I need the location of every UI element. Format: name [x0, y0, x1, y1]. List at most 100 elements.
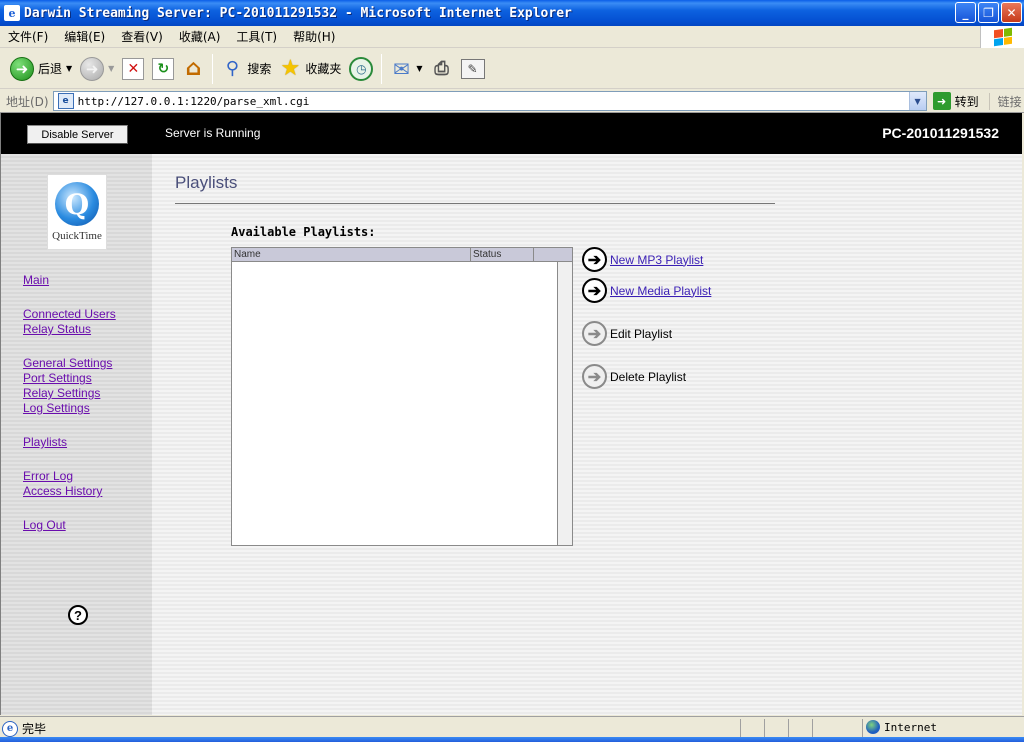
new-media-playlist-link[interactable]: New Media Playlist: [610, 284, 711, 298]
menu-favorites[interactable]: 收藏(A): [171, 28, 229, 45]
window-title: Darwin Streaming Server: PC-201011291532…: [24, 5, 572, 21]
mail-dropdown-icon[interactable]: ▼: [416, 64, 422, 73]
arrow-right-icon[interactable]: ➔: [582, 278, 607, 303]
arrow-right-icon: ➔: [582, 364, 607, 389]
menu-tools[interactable]: 工具(T): [228, 28, 285, 45]
search-label: 搜索: [247, 62, 272, 76]
table-header: Name Status: [232, 248, 572, 262]
sidebar-item-error-log[interactable]: Error Log: [23, 469, 73, 483]
edit-playlist-action: ➔ Edit Playlist: [582, 321, 672, 346]
forward-icon: ➜: [80, 56, 105, 81]
sidebar-item-port-settings[interactable]: Port Settings: [23, 371, 92, 385]
toolbar-separator: [212, 53, 214, 84]
delete-playlist-label: Delete Playlist: [610, 369, 687, 384]
sidebar-item-relay-settings[interactable]: Relay Settings: [23, 386, 100, 400]
quicktime-q-icon: Q: [55, 182, 99, 226]
search-icon: ⚲: [225, 58, 239, 79]
column-header-extra: [534, 248, 572, 262]
home-button[interactable]: ⌂: [178, 52, 208, 86]
window-controls: _ ❐ ✕: [955, 2, 1022, 23]
address-input[interactable]: [77, 93, 898, 109]
disable-server-button[interactable]: Disable Server: [27, 125, 128, 144]
table-scrollbar[interactable]: [557, 262, 572, 545]
address-dropdown-icon[interactable]: ▼: [908, 92, 926, 110]
windows-logo-icon: [980, 26, 1024, 48]
page-content: Disable Server Server is Running PC-2010…: [0, 113, 1022, 715]
arrow-right-icon: ➔: [582, 321, 607, 346]
go-button[interactable]: ➜ 转到: [932, 92, 979, 110]
menu-file[interactable]: 文件(F): [0, 28, 56, 45]
globe-icon: [866, 720, 880, 734]
server-header: Disable Server Server is Running PC-2010…: [1, 113, 1022, 154]
quicktime-logo-text: QuickTime: [52, 230, 102, 242]
minimize-button[interactable]: _: [955, 2, 976, 23]
links-button[interactable]: 链接: [988, 92, 1022, 110]
taskbar-strip: [0, 737, 1024, 742]
history-button[interactable]: ◷: [345, 52, 377, 86]
window-titlebar: e Darwin Streaming Server: PC-2010112915…: [0, 0, 1024, 26]
favorites-button[interactable]: ★ 收藏夹: [275, 52, 345, 86]
go-label: 转到: [954, 94, 979, 109]
address-bar: 地址(D) e ▼ ➜ 转到 链接: [0, 90, 1024, 113]
column-header-name[interactable]: Name: [232, 248, 471, 262]
address-box: e ▼: [52, 91, 927, 111]
server-status: Server is Running: [165, 126, 261, 140]
edit-playlist-label: Edit Playlist: [610, 326, 673, 341]
quicktime-logo: Q QuickTime: [47, 174, 107, 250]
sidebar-item-connected-users[interactable]: Connected Users: [23, 307, 116, 321]
print-button[interactable]: ⎙: [427, 52, 457, 86]
mail-button[interactable]: ✉ ▼: [386, 52, 426, 86]
status-divider: [862, 719, 863, 737]
new-media-playlist-action[interactable]: ➔ New Media Playlist: [582, 278, 711, 303]
stop-button[interactable]: ✕: [118, 52, 148, 86]
menu-bar: 文件(F) 编辑(E) 查看(V) 收藏(A) 工具(T) 帮助(H): [0, 26, 1024, 48]
new-mp3-playlist-link[interactable]: New MP3 Playlist: [610, 253, 703, 267]
forward-dropdown-icon[interactable]: ▼: [108, 64, 114, 73]
back-dropdown-icon[interactable]: ▼: [66, 64, 72, 73]
mail-icon: ✉: [392, 56, 410, 81]
sidebar-item-relay-status[interactable]: Relay Status: [23, 322, 91, 336]
ie-icon: e: [4, 5, 20, 21]
print-icon: ⎙: [434, 58, 449, 79]
refresh-icon: ↻: [152, 57, 175, 80]
go-arrow-icon: ➜: [932, 92, 951, 110]
title-divider: [175, 203, 775, 204]
edit-button[interactable]: ✎: [457, 52, 489, 86]
menu-view[interactable]: 查看(V): [113, 28, 171, 45]
back-label: 后退: [38, 62, 63, 76]
sidebar-item-general-settings[interactable]: General Settings: [23, 356, 112, 370]
maximize-button[interactable]: ❐: [978, 2, 999, 23]
column-header-status[interactable]: Status: [471, 248, 534, 262]
home-icon: ⌂: [185, 56, 202, 81]
toolbar: ➜ 后退 ▼ ➜ ▼ ✕ ↻ ⌂ ⚲ 搜索 ★ 收藏夹 ◷ ✉ ▼ ⎙ ✎: [0, 49, 1024, 89]
available-playlists-label: Available Playlists:: [231, 225, 376, 239]
delete-playlist-action: ➔ Delete Playlist: [582, 364, 686, 389]
sidebar-item-log-settings[interactable]: Log Settings: [23, 401, 90, 415]
arrow-right-icon[interactable]: ➔: [582, 247, 607, 272]
menu-help[interactable]: 帮助(H): [285, 28, 343, 45]
status-divider: [788, 719, 789, 737]
sidebar-item-log-out[interactable]: Log Out: [23, 518, 66, 532]
sidebar-item-main[interactable]: Main: [23, 273, 49, 287]
sidebar-item-playlists[interactable]: Playlists: [23, 435, 67, 449]
new-mp3-playlist-action[interactable]: ➔ New MP3 Playlist: [582, 247, 703, 272]
forward-button[interactable]: ➜ ▼: [76, 52, 118, 86]
playlist-table[interactable]: Name Status: [231, 247, 573, 546]
status-text: e 完毕: [2, 720, 46, 737]
close-button[interactable]: ✕: [1001, 2, 1022, 23]
page-title: Playlists: [175, 173, 238, 192]
menu-edit[interactable]: 编辑(E): [56, 28, 113, 45]
help-icon[interactable]: ?: [68, 605, 88, 625]
search-button[interactable]: ⚲ 搜索: [217, 52, 275, 86]
table-body[interactable]: [232, 262, 557, 545]
status-divider: [812, 719, 813, 737]
status-done-label: 完毕: [22, 722, 47, 736]
zone-label: Internet: [884, 720, 937, 734]
address-label: 地址(D): [6, 94, 49, 109]
sidebar-item-access-history[interactable]: Access History: [23, 484, 102, 498]
refresh-button[interactable]: ↻: [148, 52, 178, 86]
back-icon: ➜: [10, 56, 34, 81]
host-name: PC-201011291532: [882, 125, 999, 141]
back-button[interactable]: ➜ 后退 ▼: [6, 52, 76, 86]
page-icon: e: [57, 93, 74, 109]
